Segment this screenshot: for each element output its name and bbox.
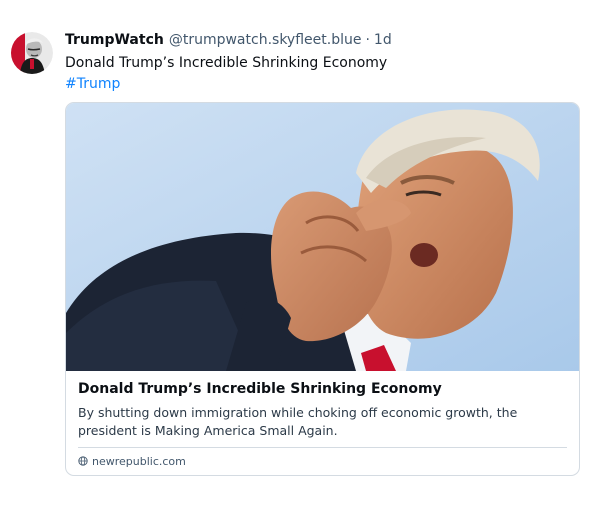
author-avatar[interactable] (11, 32, 53, 74)
link-card-description: By shutting down immigration while choki… (78, 405, 518, 438)
link-card-body: Donald Trump’s Incredible Shrinking Econ… (66, 371, 579, 474)
header-separator: · (365, 32, 370, 48)
author-handle[interactable]: @trumpwatch.skyfleet.blue (169, 30, 362, 50)
post-item[interactable]: TrumpWatch @trumpwatch.skyfleet.blue · 1… (0, 0, 610, 510)
link-card-domain: newrepublic.com (92, 454, 186, 468)
avatar-image (11, 32, 53, 74)
author-display-name[interactable]: TrumpWatch (65, 30, 164, 50)
link-card[interactable]: Donald Trump’s Incredible Shrinking Econ… (65, 102, 580, 476)
link-card-image (66, 103, 579, 371)
link-card-domain-row: newrepublic.com (78, 448, 567, 474)
post-timestamp[interactable]: 1d (374, 30, 392, 50)
globe-icon (78, 456, 88, 466)
post-content: TrumpWatch @trumpwatch.skyfleet.blue · 1… (65, 30, 580, 476)
post-text: Donald Trump’s Incredible Shrinking Econ… (65, 55, 388, 71)
post-header: TrumpWatch @trumpwatch.skyfleet.blue · 1… (65, 30, 580, 50)
hashtag-link[interactable]: #Trump (65, 74, 120, 94)
link-card-title: Donald Trump’s Incredible Shrinking Econ… (78, 381, 442, 397)
